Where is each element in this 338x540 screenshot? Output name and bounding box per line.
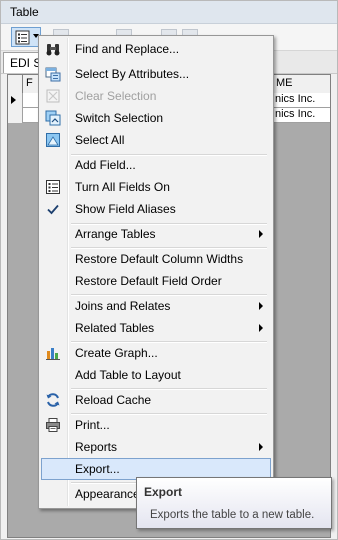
reload-icon bbox=[46, 393, 60, 407]
menu-item-label: Select All bbox=[75, 133, 125, 147]
menu-item-label: Print... bbox=[75, 418, 110, 432]
column-header-label: F bbox=[26, 77, 33, 89]
submenu-arrow-icon bbox=[259, 324, 263, 332]
bar-graph-icon bbox=[46, 348, 60, 360]
menu-item-reload-cache[interactable]: Reload Cache bbox=[41, 389, 271, 411]
menu-item-label: Clear Selection bbox=[75, 89, 157, 103]
menu-item-turn-all-fields-on[interactable]: Turn All Fields On bbox=[41, 176, 271, 198]
menu-item-label: Switch Selection bbox=[75, 111, 164, 125]
binoculars-icon bbox=[46, 44, 60, 56]
menu-item-label: Select By Attributes... bbox=[75, 67, 190, 81]
menu-item-select-all[interactable]: Select All bbox=[41, 129, 271, 151]
clear-selection-icon bbox=[46, 89, 60, 103]
menu-item-label: Find and Replace... bbox=[75, 42, 180, 56]
fields-list-icon bbox=[46, 180, 60, 194]
cell-text: nics Inc. bbox=[275, 93, 316, 105]
menu-item-restore-default-field-order[interactable]: Restore Default Field Order bbox=[41, 270, 271, 292]
checkmark-icon bbox=[47, 204, 59, 215]
row-selector[interactable] bbox=[8, 108, 23, 123]
menu-item-related-tables[interactable]: Related Tables bbox=[41, 317, 271, 339]
menu-item-label: Restore Default Column Widths bbox=[75, 252, 244, 266]
cell-text: nics Inc. bbox=[275, 108, 316, 120]
menu-item-label: Reload Cache bbox=[75, 393, 152, 407]
menu-item-add-table-to-layout[interactable]: Add Table to Layout bbox=[41, 364, 271, 386]
menu-item-find-and-replace[interactable]: Find and Replace... bbox=[41, 38, 271, 60]
table-cell[interactable]: nics Inc. bbox=[273, 93, 330, 108]
menu-item-add-field[interactable]: Add Field... bbox=[41, 154, 271, 176]
menu-item-label: Create Graph... bbox=[75, 346, 158, 360]
submenu-arrow-icon bbox=[259, 443, 263, 451]
menu-item-label: Arrange Tables bbox=[75, 227, 156, 241]
menu-item-label: Related Tables bbox=[75, 321, 155, 335]
menu-item-show-field-aliases[interactable]: Show Field Aliases bbox=[41, 198, 271, 220]
menu-item-arrange-tables[interactable]: Arrange Tables bbox=[41, 223, 271, 245]
menu-item-label: Add Field... bbox=[75, 158, 136, 172]
tooltip-body: Exports the table to a new table. bbox=[150, 509, 315, 521]
menu-item-label: Reports bbox=[75, 440, 118, 454]
export-tooltip: Export Exports the table to a new table. bbox=[136, 477, 332, 529]
menu-item-create-graph[interactable]: Create Graph... bbox=[41, 342, 271, 364]
submenu-arrow-icon bbox=[259, 302, 263, 310]
select-by-attributes-icon bbox=[45, 67, 61, 82]
menu-item-switch-selection[interactable]: Switch Selection bbox=[41, 107, 271, 129]
table-options-button[interactable] bbox=[11, 27, 41, 47]
printer-icon bbox=[46, 418, 60, 432]
window-title: Table bbox=[10, 5, 39, 19]
select-all-icon bbox=[46, 133, 60, 147]
column-header[interactable]: ME bbox=[273, 75, 330, 93]
menu-item-print[interactable]: Print... bbox=[41, 414, 271, 436]
row-selector[interactable] bbox=[8, 93, 23, 108]
table-options-menu: Find and Replace... Select By Attributes… bbox=[38, 35, 274, 509]
column-header-label: ME bbox=[276, 77, 293, 89]
menu-item-restore-default-column-widths[interactable]: Restore Default Column Widths bbox=[41, 248, 271, 270]
menu-item-label: Add Table to Layout bbox=[75, 368, 181, 382]
menu-item-label: Joins and Relates bbox=[75, 299, 171, 313]
menu-item-label: Show Field Aliases bbox=[75, 202, 176, 216]
menu-item-label: Appearance bbox=[75, 487, 140, 501]
menu-item-joins-and-relates[interactable]: Joins and Relates bbox=[41, 295, 271, 317]
menu-item-select-by-attributes[interactable]: Select By Attributes... bbox=[41, 63, 271, 85]
current-row-indicator-icon bbox=[11, 96, 16, 104]
row-selector-header[interactable] bbox=[8, 75, 23, 93]
menu-item-clear-selection[interactable]: Clear Selection bbox=[41, 85, 271, 107]
window-titlebar[interactable]: Table bbox=[1, 1, 337, 24]
table-cell[interactable]: nics Inc. bbox=[273, 108, 330, 123]
menu-item-reports[interactable]: Reports bbox=[41, 436, 271, 458]
submenu-arrow-icon bbox=[259, 230, 263, 238]
switch-selection-icon bbox=[45, 110, 61, 126]
menu-item-label: Turn All Fields On bbox=[75, 180, 170, 194]
menu-item-label: Export... bbox=[75, 462, 120, 476]
tooltip-title: Export bbox=[144, 485, 183, 499]
table-options-icon bbox=[15, 30, 30, 45]
menu-item-label: Restore Default Field Order bbox=[75, 274, 222, 288]
